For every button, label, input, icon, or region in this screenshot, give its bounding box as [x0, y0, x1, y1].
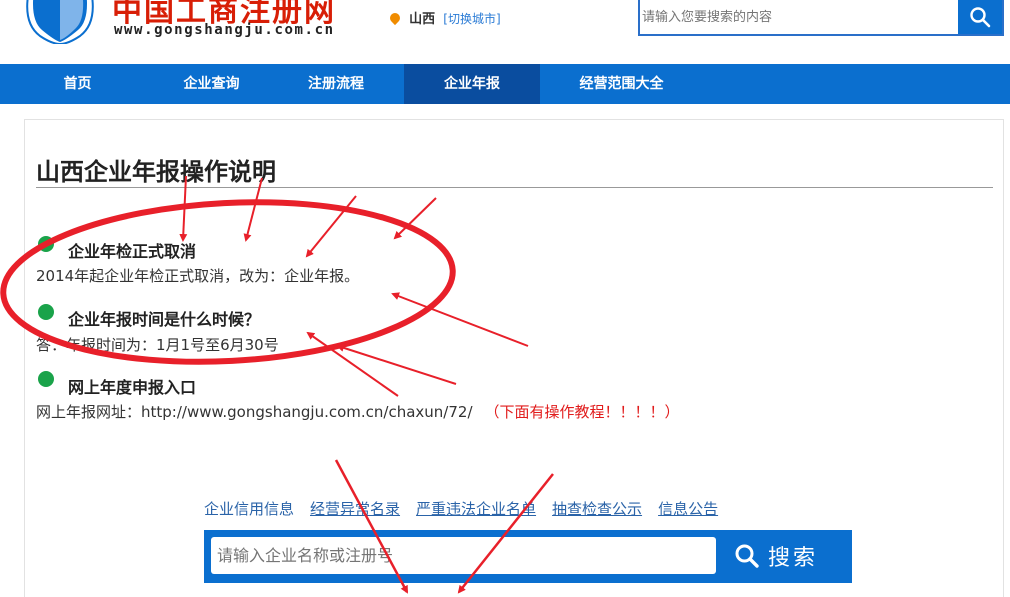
- logo-url[interactable]: www.gongshangju.com.cn: [114, 22, 335, 38]
- link-info-notice[interactable]: 信息公告: [658, 498, 718, 519]
- link-abnormal-list[interactable]: 经营异常名录: [310, 498, 400, 519]
- nav-annual-report[interactable]: 企业年报: [404, 64, 540, 104]
- item-heading: 网上年度申报入口: [68, 378, 197, 397]
- top-search-box: [638, 0, 1004, 36]
- green-bullet-icon: [38, 236, 54, 252]
- company-search-button[interactable]: 搜索: [734, 537, 844, 575]
- top-search-button[interactable]: [958, 0, 1002, 34]
- city-name: 山西: [409, 12, 436, 27]
- page-title: 山西企业年报操作说明: [36, 158, 276, 186]
- city-selector: 山西 [切换城市]: [387, 8, 501, 27]
- link-inspection-notice[interactable]: 抽查检查公示: [552, 498, 642, 519]
- report-url-text[interactable]: 网上年报网址：http://www.gongshangju.com.cn/cha…: [36, 403, 473, 421]
- top-search-input[interactable]: [640, 0, 960, 34]
- location-pin-icon: [387, 10, 403, 26]
- green-bullet-icon: [38, 304, 54, 320]
- item-text: 2014年起企业年检正式取消，改为：企业年报。: [36, 267, 360, 285]
- link-serious-violation-list[interactable]: 严重违法企业名单: [416, 498, 536, 519]
- item-text: 网上年报网址：http://www.gongshangju.com.cn/cha…: [36, 401, 680, 422]
- content-panel: [24, 119, 1004, 597]
- link-credit-info[interactable]: 企业信用信息: [204, 498, 294, 519]
- nav-business-scope[interactable]: 经营范围大全: [540, 64, 703, 104]
- credit-links: 企业信用信息 经营异常名录 严重违法企业名单 抽查检查公示 信息公告: [204, 498, 718, 519]
- tutorial-note: （下面有操作教程！！！！）: [484, 403, 680, 421]
- green-bullet-icon: [38, 371, 54, 387]
- nav-company-search[interactable]: 企业查询: [155, 64, 268, 104]
- search-button-label: 搜索: [768, 546, 819, 571]
- nav-home[interactable]: 首页: [0, 64, 155, 104]
- company-search-box: 搜索: [204, 530, 852, 583]
- item-text: 答：年报时间为：1月1号至6月30号: [36, 336, 279, 354]
- shield-logo-icon[interactable]: [24, 0, 96, 44]
- title-divider: [36, 187, 993, 188]
- search-icon: [735, 544, 759, 568]
- item-heading: 企业年报时间是什么时候？: [68, 310, 261, 329]
- main-nav: 首页 企业查询 注册流程 企业年报 经营范围大全: [0, 64, 1010, 104]
- item-heading: 企业年检正式取消: [68, 242, 197, 261]
- nav-registration-process[interactable]: 注册流程: [268, 64, 404, 104]
- company-search-input[interactable]: [211, 537, 716, 574]
- search-icon: [970, 7, 991, 28]
- switch-city-link[interactable]: [切换城市]: [443, 12, 500, 26]
- site-header: 中国工商注册网 www.gongshangju.com.cn 山西 [切换城市]: [0, 0, 1010, 64]
